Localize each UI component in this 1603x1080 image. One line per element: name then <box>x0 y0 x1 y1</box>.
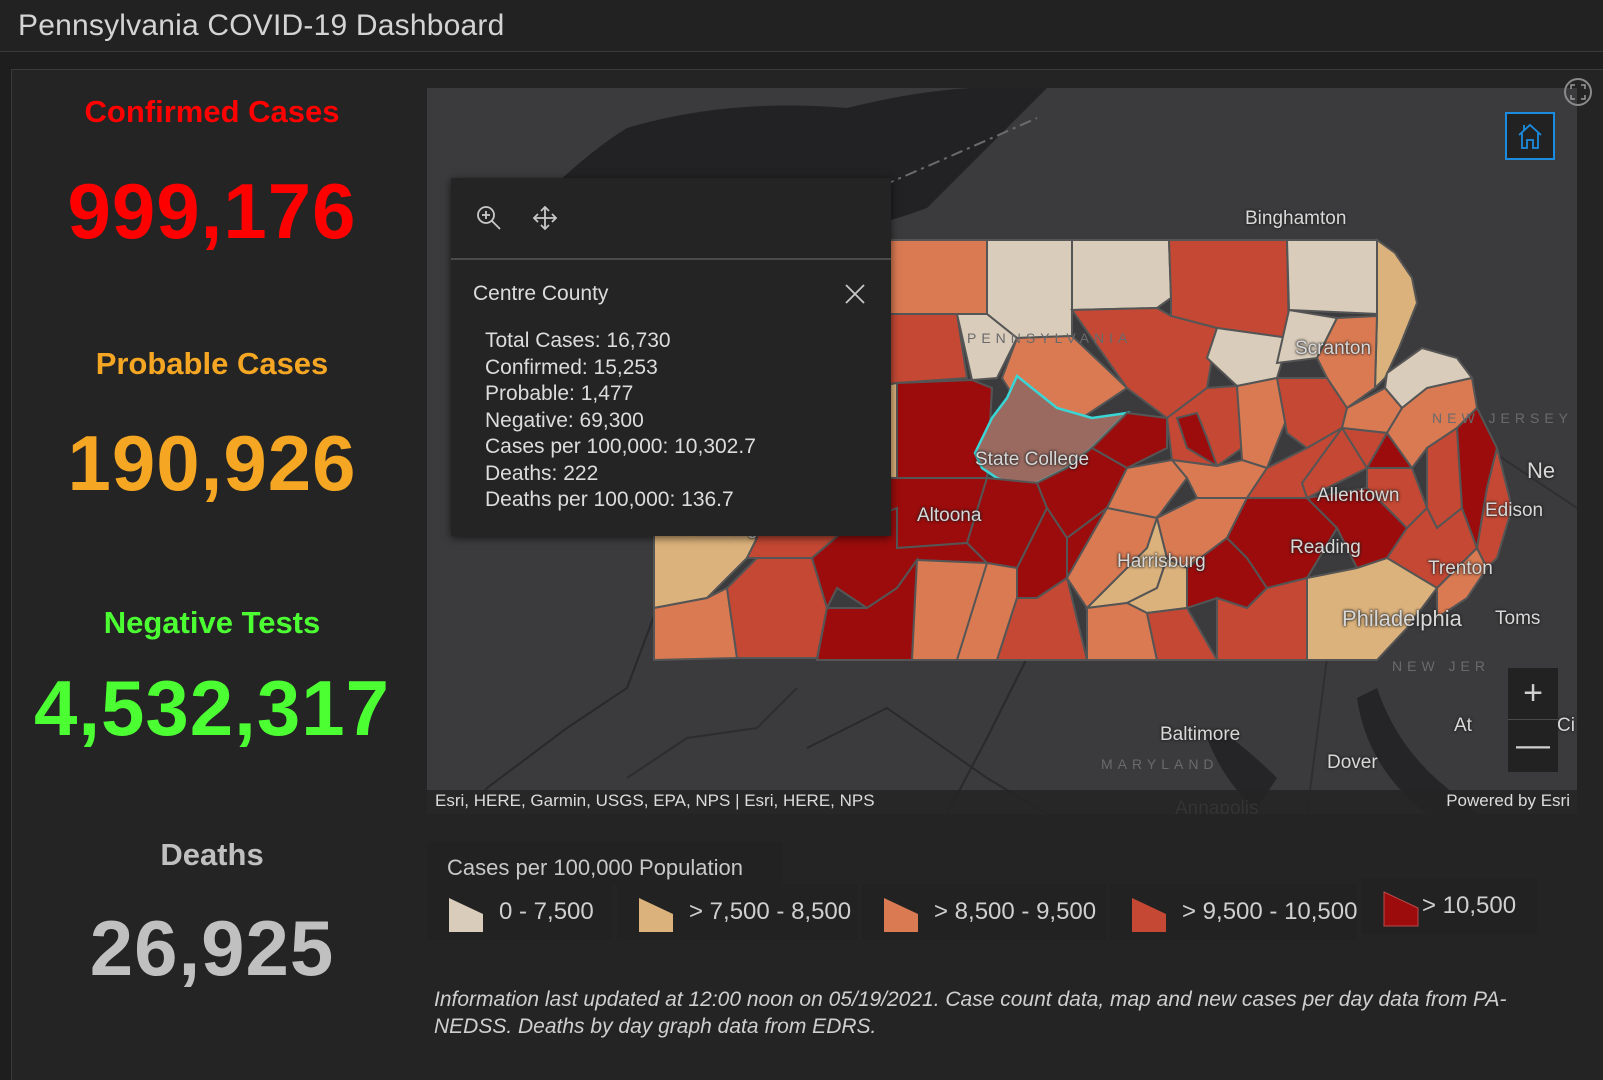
legend-label: > 9,500 - 10,500 <box>1182 898 1358 925</box>
close-icon <box>845 284 865 304</box>
map-region-label: MARYLAND <box>1101 756 1219 772</box>
stat-value: 4,532,317 <box>33 664 390 752</box>
legend-swatch <box>884 898 918 932</box>
popup-fields: Total Cases: 16,730 Confirmed: 15,253 Pr… <box>485 328 756 514</box>
popup-field-negative: Negative: 69,300 <box>485 408 644 432</box>
map-legend: Cases per 100,000 Population 0 - 7,500 >… <box>427 842 1577 952</box>
legend-label: 0 - 7,500 <box>499 898 594 925</box>
legend-item: 0 - 7,500 <box>427 884 612 940</box>
zoom-in-button[interactable]: + <box>1508 668 1558 719</box>
legend-header: Cases per 100,000 Population <box>427 842 782 884</box>
legend-item: > 8,500 - 9,500 <box>862 884 1107 940</box>
zoom-controls: + — <box>1508 668 1558 772</box>
popup-close-button[interactable] <box>843 282 867 306</box>
powered-by-esri[interactable]: Powered by Esri <box>1446 791 1570 811</box>
popup-title: Centre County <box>473 282 609 305</box>
pan-button[interactable] <box>531 204 559 232</box>
map-city-label: Philadelphia <box>1342 606 1462 631</box>
county[interactable] <box>725 557 829 659</box>
fullscreen-icon <box>1570 84 1586 100</box>
map-city-label: Reading <box>1290 537 1361 558</box>
legend-swatch <box>639 898 673 932</box>
fullscreen-button[interactable] <box>1564 78 1592 106</box>
map-attribution: Esri, HERE, Garmin, USGS, EPA, NPS | Esr… <box>427 790 1577 814</box>
stat-value: 999,176 <box>67 167 357 255</box>
legend-swatch <box>1383 891 1419 927</box>
map-city-label: Altoona <box>917 505 982 526</box>
app-header: Pennsylvania COVID-19 Dashboard <box>0 0 1603 52</box>
home-button[interactable] <box>1505 112 1555 160</box>
popup-field-deaths-per-100k: Deaths per 100,000: 136.7 <box>485 488 734 511</box>
county[interactable] <box>1285 239 1381 316</box>
stats-panel: Confirmed Cases 999,176 Probable Cases 1… <box>12 70 412 1080</box>
map-region-label: NEW JERSEY <box>1432 410 1574 426</box>
stat-value: 26,925 <box>89 904 335 992</box>
legend-item: > 7,500 - 8,500 <box>617 884 857 940</box>
popup-field-cases-per-100k: Cases per 100,000: 10,302.7 <box>485 435 756 458</box>
map-city-label: Ne <box>1527 458 1556 483</box>
stat-value: 190,926 <box>67 419 357 507</box>
popup-field-deaths: Deaths: 222 <box>485 461 599 485</box>
stat-negative-tests: Negative Tests 4,532,317 <box>12 605 412 754</box>
map-city-label: Allentown <box>1317 485 1400 506</box>
stat-probable-cases: Probable Cases 190,926 <box>12 346 412 509</box>
stat-confirmed-cases: Confirmed Cases 999,176 <box>12 94 412 257</box>
map-city-label: Harrisburg <box>1117 551 1206 572</box>
map-city-label: State College <box>975 449 1090 470</box>
legend-title: Cases per 100,000 Population <box>447 855 743 880</box>
attribution-sources: Esri, HERE, Garmin, USGS, EPA, NPS | Esr… <box>435 791 875 810</box>
legend-label: > 8,500 - 9,500 <box>934 898 1097 925</box>
zoom-to-button[interactable] <box>475 204 503 232</box>
stat-label: Confirmed Cases <box>84 94 340 129</box>
legend-item: > 9,500 - 10,500 <box>1110 884 1357 940</box>
data-source-note: Information last updated at 12:00 noon o… <box>434 988 1507 1038</box>
map-city-label: Binghamton <box>1245 208 1347 229</box>
legend-label: > 10,500 <box>1422 892 1517 919</box>
state-border <box>466 507 668 814</box>
county[interactable] <box>1071 239 1173 312</box>
county-popup: Centre County Total Cases: 16,730 Confir… <box>451 178 891 536</box>
map-city-label: Trenton <box>1428 558 1493 579</box>
stat-label: Deaths <box>160 837 264 872</box>
map-city-label: Toms <box>1495 608 1541 629</box>
map-city-label: Baltimore <box>1160 724 1241 745</box>
stat-label: Probable Cases <box>95 346 329 381</box>
map-city-label: Ci <box>1557 715 1575 736</box>
legend-swatch <box>1132 898 1166 932</box>
county[interactable] <box>1145 606 1219 661</box>
stat-label: Negative Tests <box>103 605 321 640</box>
state-border <box>626 687 798 779</box>
plus-icon: + <box>1523 674 1543 712</box>
map-city-label: At <box>1454 715 1472 736</box>
home-icon <box>1518 123 1542 149</box>
legend-item: > 10,500 <box>1362 878 1537 934</box>
legend-swatch <box>449 898 483 932</box>
dashboard-title: Pennsylvania COVID-19 Dashboard <box>18 9 505 42</box>
map-city-label: Edison <box>1485 500 1544 521</box>
popup-field-confirmed: Confirmed: 15,253 <box>485 355 658 379</box>
minus-icon: — <box>1516 725 1550 764</box>
legend-items: 0 - 7,500 > 7,500 - 8,500 > 8,500 - 9,50… <box>427 878 1567 940</box>
popup-toolbar <box>451 178 891 260</box>
map-city-label: Dover <box>1327 752 1378 773</box>
popup-field-probable: Probable: 1,477 <box>485 382 634 405</box>
move-arrows-icon <box>532 205 558 231</box>
map-region-label: NEW JER <box>1392 658 1490 674</box>
zoom-in-magnifier-icon <box>477 206 501 230</box>
map-city-label: Scranton <box>1295 338 1372 359</box>
popup-field-total-cases: Total Cases: 16,730 <box>485 329 671 352</box>
stat-deaths: Deaths 26,925 <box>12 837 412 994</box>
map-region-label: PENNSYLVANIA <box>967 330 1133 346</box>
legend-label: > 7,500 - 8,500 <box>689 898 852 925</box>
zoom-out-button[interactable]: — <box>1508 719 1558 770</box>
